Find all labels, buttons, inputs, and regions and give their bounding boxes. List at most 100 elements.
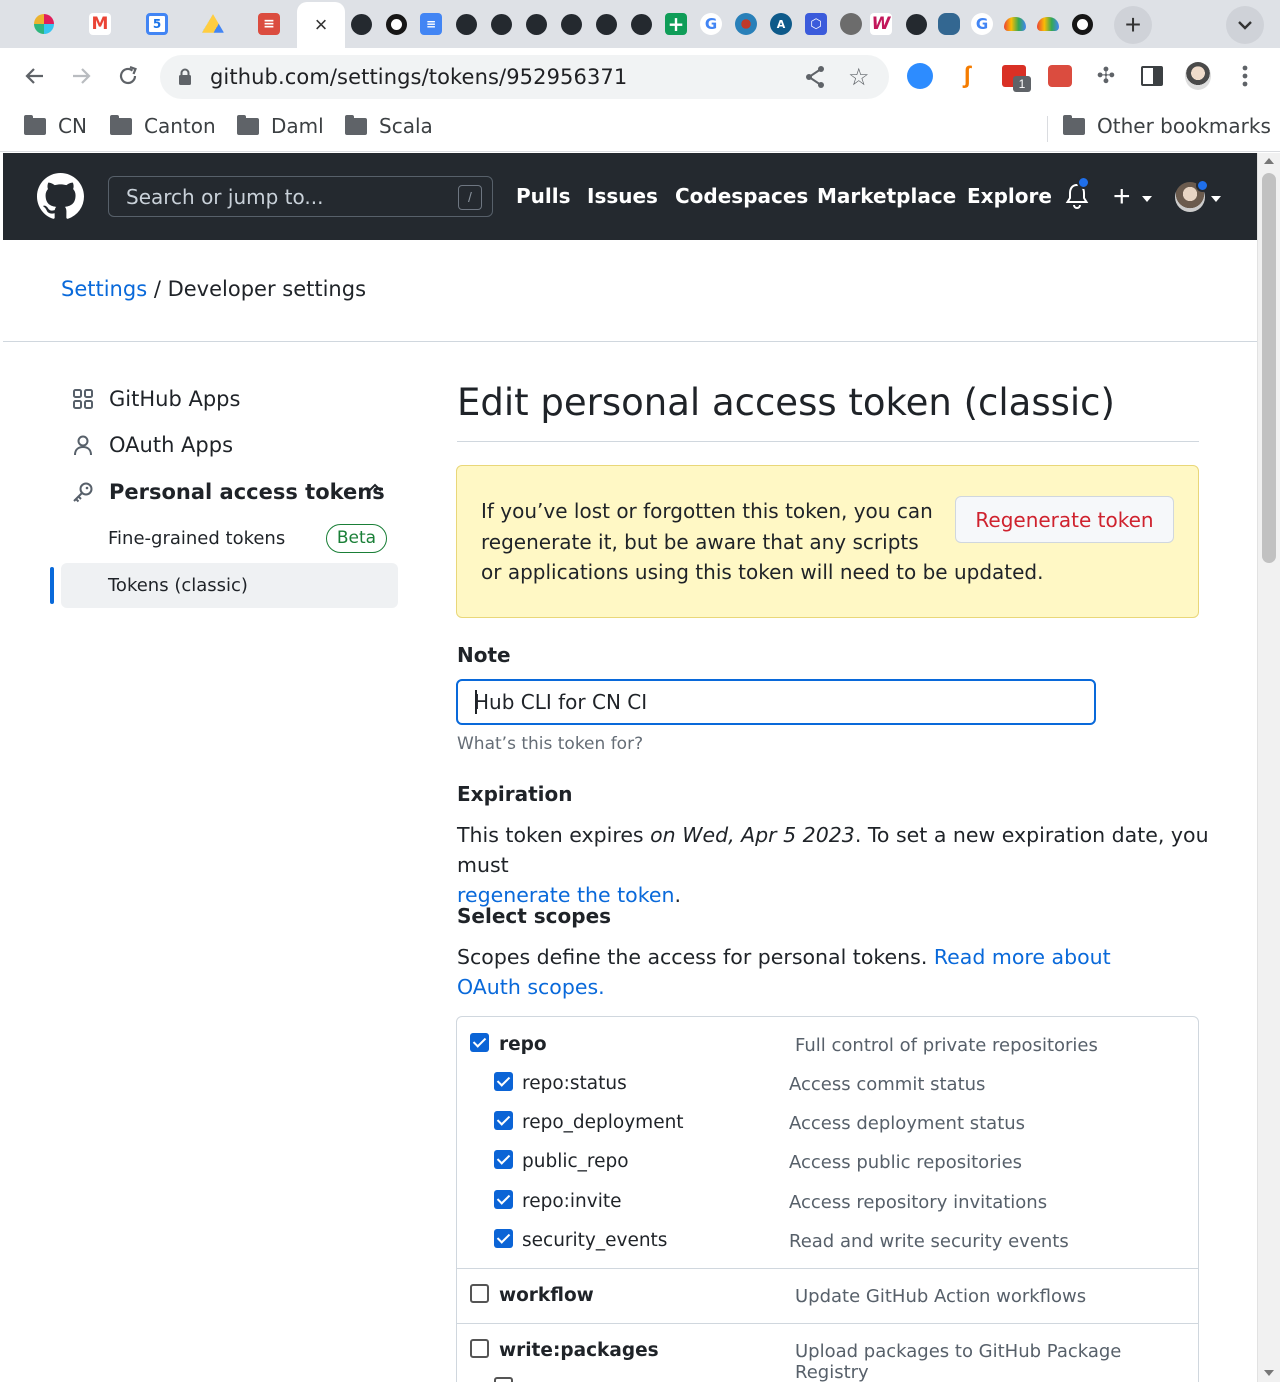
scope-checkbox-write-packages[interactable] — [470, 1339, 489, 1358]
tab-todoist[interactable]: ≡ — [254, 7, 284, 41]
back-button[interactable] — [21, 62, 49, 90]
tab-github-2[interactable] — [451, 7, 481, 41]
github-search-input[interactable]: Search or jump to... / — [108, 176, 493, 217]
other-bookmarks[interactable]: Other bookmarks — [1063, 114, 1271, 138]
nav-pulls[interactable]: Pulls — [516, 184, 571, 208]
scope-checkbox-next[interactable] — [494, 1377, 513, 1382]
chevron-up-icon[interactable] — [367, 483, 383, 493]
scope-checkbox-repo-status[interactable] — [494, 1072, 513, 1091]
folder-icon — [110, 114, 132, 135]
tab-postgres[interactable] — [934, 7, 964, 41]
bookmark-canton[interactable]: Canton — [110, 114, 216, 138]
bookmark-label: CN — [58, 114, 87, 138]
beta-badge: Beta — [326, 524, 387, 553]
regenerate-warning-flash: If you’ve lost or forgotten this token, … — [456, 465, 1199, 618]
nav-issues[interactable]: Issues — [587, 184, 658, 208]
sidebar-item-github-apps[interactable]: GitHub Apps — [71, 387, 240, 411]
breadcrumb-settings-link[interactable]: Settings — [61, 277, 147, 301]
page-scrollbar[interactable] — [1257, 153, 1280, 1382]
header-divider — [3, 341, 1257, 342]
tab-search-button[interactable] — [1226, 6, 1264, 44]
tab-gcloud[interactable] — [1000, 7, 1030, 41]
bookmark-cn[interactable]: CN — [24, 114, 87, 138]
profile-button[interactable] — [1185, 62, 1211, 90]
new-tab-button[interactable]: + — [1114, 6, 1152, 44]
tab-github-3[interactable] — [486, 7, 516, 41]
address-bar[interactable]: github.com/settings/tokens/952956371 ☆ — [160, 55, 889, 99]
scope-name: repo — [499, 1034, 547, 1055]
scroll-up-arrow[interactable] — [1264, 158, 1274, 164]
sidebar-item-personal-access-tokens[interactable]: Personal access tokens — [71, 480, 385, 504]
tab-gmail[interactable]: M — [85, 7, 115, 41]
tab-github-4[interactable] — [521, 7, 551, 41]
reload-button[interactable] — [114, 62, 142, 90]
tab-github-6[interactable] — [591, 7, 621, 41]
todoist-extension[interactable]: 1 — [1001, 63, 1031, 92]
nav-explore[interactable]: Explore — [967, 184, 1052, 208]
tab-github-5[interactable] — [556, 7, 586, 41]
tab-sheets[interactable]: + — [661, 7, 691, 41]
tab-drive[interactable] — [198, 7, 228, 41]
tab-circleci-2[interactable] — [1067, 7, 1097, 41]
forward-button[interactable] — [67, 62, 95, 90]
sidebar-item-tokens-classic-label[interactable]: Tokens (classic) — [108, 575, 248, 596]
tab-w[interactable]: W — [866, 7, 896, 41]
tab-active-close[interactable]: × — [297, 2, 345, 48]
scope-checkbox-security-events[interactable] — [494, 1229, 513, 1248]
sidebar-item-label: GitHub Apps — [109, 387, 241, 411]
tab-a[interactable]: A — [766, 7, 796, 41]
side-panel-button[interactable] — [1139, 63, 1165, 89]
chrome-menu-button[interactable] — [1232, 63, 1258, 89]
close-icon[interactable]: × — [315, 12, 328, 38]
note-input[interactable] — [456, 679, 1096, 725]
hook-extension[interactable]: ʃ — [954, 62, 980, 89]
tab-gray-globe[interactable] — [836, 7, 866, 41]
tab-hexagon[interactable]: ⬡ — [801, 7, 831, 41]
tab-slack[interactable] — [29, 7, 59, 41]
zoom-extension[interactable] — [907, 63, 933, 89]
scope-checkbox-public-repo[interactable] — [494, 1150, 513, 1169]
bookmark-star-icon[interactable]: ☆ — [848, 63, 870, 92]
scope-checkbox-workflow[interactable] — [470, 1284, 489, 1303]
scope-description: Access public repositories — [789, 1152, 1023, 1173]
scope-checkbox-repo-invite[interactable] — [494, 1190, 513, 1209]
create-new-button[interactable]: + — [1113, 180, 1131, 214]
arrow-right-icon — [73, 68, 91, 84]
github-icon — [595, 13, 617, 35]
scope-name: workflow — [499, 1285, 594, 1306]
sheets-plus-icon: + — [665, 12, 687, 36]
circleci-icon — [1071, 13, 1093, 35]
bookmark-scala[interactable]: Scala — [345, 114, 433, 138]
nav-marketplace[interactable]: Marketplace — [817, 184, 956, 208]
tab-google-2[interactable]: G — [967, 7, 997, 41]
sidebar-item-oauth-apps[interactable]: OAuth Apps — [71, 433, 233, 457]
scrollbar-thumb[interactable] — [1262, 173, 1276, 563]
tab-calendar[interactable]: 5 — [142, 7, 172, 41]
tab-google[interactable]: G — [696, 7, 726, 41]
sidebar-item-fine-grained-tokens[interactable]: Fine-grained tokens — [108, 528, 285, 549]
tab-globe[interactable] — [731, 7, 761, 41]
url-text[interactable]: github.com/settings/tokens/952956371 — [210, 65, 627, 89]
tab-circleci[interactable] — [381, 7, 411, 41]
github-logo-icon[interactable] — [37, 173, 84, 220]
tab-gcloud-2[interactable] — [1033, 7, 1063, 41]
gmail-icon: M — [89, 13, 111, 35]
browser-toolbar: github.com/settings/tokens/952956371 ☆ ʃ… — [0, 48, 1280, 104]
regenerate-token-button[interactable]: Regenerate token — [955, 496, 1174, 543]
scopes-list: repo Full control of private repositorie… — [456, 1016, 1199, 1382]
nav-codespaces[interactable]: Codespaces — [675, 184, 808, 208]
share-icon[interactable] — [804, 65, 826, 89]
scroll-down-arrow[interactable] — [1264, 1370, 1274, 1376]
bookmark-daml[interactable]: Daml — [237, 114, 324, 138]
gcloud-icon — [1004, 17, 1026, 31]
scope-description: Upload packages to GitHub Package Regist… — [795, 1341, 1122, 1382]
tab-github[interactable] — [346, 7, 376, 41]
scope-checkbox-repo-deployment[interactable] — [494, 1111, 513, 1130]
extensions-button[interactable]: ✣ — [1093, 63, 1119, 89]
todoist-red-extension[interactable] — [1047, 63, 1073, 89]
tab-github-8[interactable] — [901, 7, 931, 41]
scope-checkbox-repo[interactable] — [470, 1033, 489, 1052]
tab-docs[interactable]: ≡ — [416, 7, 446, 41]
lock-icon[interactable] — [178, 68, 192, 86]
tab-github-7[interactable] — [626, 7, 656, 41]
